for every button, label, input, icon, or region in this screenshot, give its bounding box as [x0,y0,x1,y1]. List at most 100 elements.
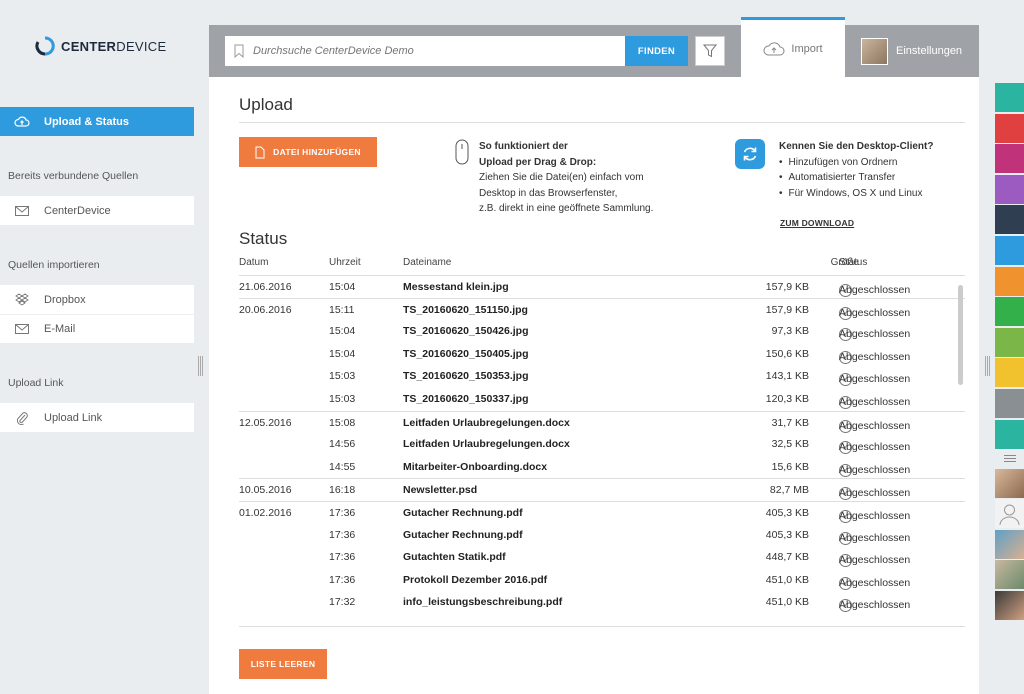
cell-time: 17:36 [329,507,356,519]
clear-list-button[interactable]: LISTE LEEREN [239,649,327,679]
table-row[interactable]: 17:32 info_leistungsbeschreibung.pdf 451,0… [239,591,965,614]
mouse-icon [455,139,469,165]
right-resize-handle[interactable] [985,356,990,376]
cell-file: Gutachten Statik.pdf [403,551,506,564]
cell-file: Mitarbeiter-Onboarding.docx [403,460,548,473]
table-row[interactable]: 20.06.2016 15:11 TS_20160620_151150.jpg 157… [239,297,965,321]
cell-date: 01.02.2016 [239,507,292,519]
status-table: 21.06.2016 15:04 Messestand klein.jpg 157,9… [239,275,965,625]
collection-color-swatch[interactable] [995,388,1024,418]
status-label: Abgeschlossen [839,576,911,589]
table-row[interactable]: 15:04 TS_20160620_150405.jpg 150,6 KB ✓ Abge… [239,343,965,366]
download-link[interactable]: ZUM DOWNLOAD [780,218,854,228]
collection-color-swatch[interactable] [995,327,1024,357]
menu-icon[interactable] [995,453,1024,465]
cell-file: Newsletter.psd [403,484,478,497]
collection-color-swatch[interactable] [995,266,1024,296]
find-button[interactable]: FINDEN [625,36,688,66]
status-label: Abgeschlossen [839,373,911,386]
cell-size: 451,0 KB [765,573,809,586]
collection-color-swatch[interactable] [995,205,1024,235]
logo[interactable]: CENTERDEVICE [35,36,166,56]
search-input[interactable] [253,45,613,57]
table-row[interactable]: 14:56 Leitfaden Urlaubregelungen.docx 32,5… [239,433,965,456]
cell-time: 15:11 [329,303,355,316]
sidebar-resize-handle[interactable] [198,356,203,376]
table-row[interactable]: 17:36 Gutacher Rechnung.pdf 405,3 KB ✓ Abges… [239,524,965,547]
collection-color-swatch[interactable] [995,419,1024,449]
cell-time: 16:18 [329,484,356,497]
avatar[interactable] [995,468,1024,498]
sidebar-item-email[interactable]: E-Mail [0,314,194,343]
status-label: Abgeschlossen [839,510,911,522]
table-row[interactable]: 15:03 TS_20160620_150337.jpg 120,3 KB ✓ Abge… [239,388,965,411]
desktop-client-bullets: Hinzufügen von Ordnern Automatisierter T… [779,155,933,202]
cell-date: 20.06.2016 [239,303,292,316]
add-file-button[interactable]: DATEI HINZUFÜGEN [239,137,377,167]
table-row[interactable]: 17:36 Gutachten Statik.pdf 448,7 KB ✓ Abgesc… [239,546,965,569]
table-row[interactable]: 12.05.2016 15:08 Leitfaden Urlaubregelunge… [239,410,965,434]
avatar[interactable] [995,560,1024,590]
logo-icon [35,36,55,56]
desktop-client-info: Kennen Sie den Desktop-Client? Hinzufüge… [735,139,933,201]
status-label: Abgeschlossen [839,350,911,363]
table-row[interactable]: 14:55 Mitarbeiter-Onboarding.docx 15,6 KB ✓… [239,456,965,479]
paperclip-icon [0,411,44,425]
sidebar-item-upload-link[interactable]: Upload Link [0,403,194,432]
avatar[interactable] [995,590,1024,620]
collection-color-swatch[interactable] [995,83,1024,112]
sidebar-item-dropbox[interactable]: Dropbox [0,285,194,314]
scrollbar[interactable] [958,285,963,385]
table-row[interactable]: 21.06.2016 15:04 Messestand klein.jpg 157,9… [239,275,965,298]
sidebar: CENTERDEVICE Upload & Status Bereits ver… [0,0,203,694]
status-title: Status [239,229,288,248]
sidebar-item-centerdevice[interactable]: CenterDevice [0,196,194,225]
user-placeholder-icon[interactable] [995,499,1024,529]
section-upload-link: Upload Link [8,377,64,389]
sidebar-item-label: Upload & Status [44,115,129,128]
collection-color-swatch[interactable] [995,297,1024,327]
envelope-icon [0,324,44,334]
table-row[interactable]: 01.02.2016 17:36 Gutacher Rechnung.pdf 405,… [239,501,965,524]
section-import-sources: Quellen importieren [8,259,100,271]
table-row[interactable]: 15:04 TS_20160620_150426.jpg 97,3 KB ✓ Abges… [239,320,965,343]
status-label: Abgeschlossen [839,487,911,500]
collection-color-swatch[interactable] [995,174,1024,204]
cell-size: 82,7 MB [769,484,809,497]
cloud-upload-icon [0,116,44,128]
cell-time: 15:04 [329,281,356,293]
filter-button[interactable] [695,36,725,66]
dragdrop-info: So funktioniert der Upload per Drag & Dr… [455,139,653,217]
sidebar-item-label: Dropbox [44,293,86,306]
cell-date: 10.05.2016 [239,484,292,497]
tab-settings-label: Einstellungen [896,45,963,57]
collection-color-swatch[interactable] [995,358,1024,388]
cell-file: Leitfaden Urlaubregelungen.docx [403,416,570,429]
file-icon [255,146,265,158]
sidebar-item-upload-status[interactable]: Upload & Status [0,107,194,136]
avatar[interactable] [995,529,1024,559]
search-box [225,36,625,66]
upload-title: Upload [239,95,293,114]
table-row[interactable]: 17:36 Protokoll Dezember 2016.pdf 451,0 KB… [239,569,965,592]
sidebar-item-label: E-Mail [44,323,76,335]
status-label: Abgeschlossen [839,599,911,612]
collection-color-swatch[interactable] [995,113,1024,143]
dragdrop-title-2: Upload per Drag & Drop: [479,156,597,168]
tab-settings[interactable]: Einstellungen [849,25,979,77]
add-file-label: DATEI HINZUFÜGEN [273,147,361,157]
cell-size: 31,7 KB [771,416,809,429]
cell-file: TS_20160620_151150.jpg [403,303,528,316]
col-time: Uhrzeit [329,257,361,268]
cell-size: 157,9 KB [765,303,809,316]
status-label: Abgeschlossen [839,441,911,454]
cell-time: 15:04 [329,347,356,360]
collection-color-swatch[interactable] [995,235,1024,265]
table-row[interactable]: 10.05.2016 16:18 Newsletter.psd 82,7 MB ✓ Abg… [239,478,965,501]
bookmark-icon[interactable] [225,44,253,58]
filter-icon [703,44,717,58]
tab-import[interactable]: Import [741,17,845,77]
cell-file: Messestand klein.jpg [403,281,509,293]
table-row[interactable]: 15:03 TS_20160620_150353.jpg 143,1 KB ✓ Abge… [239,365,965,388]
collection-color-swatch[interactable] [995,144,1024,174]
